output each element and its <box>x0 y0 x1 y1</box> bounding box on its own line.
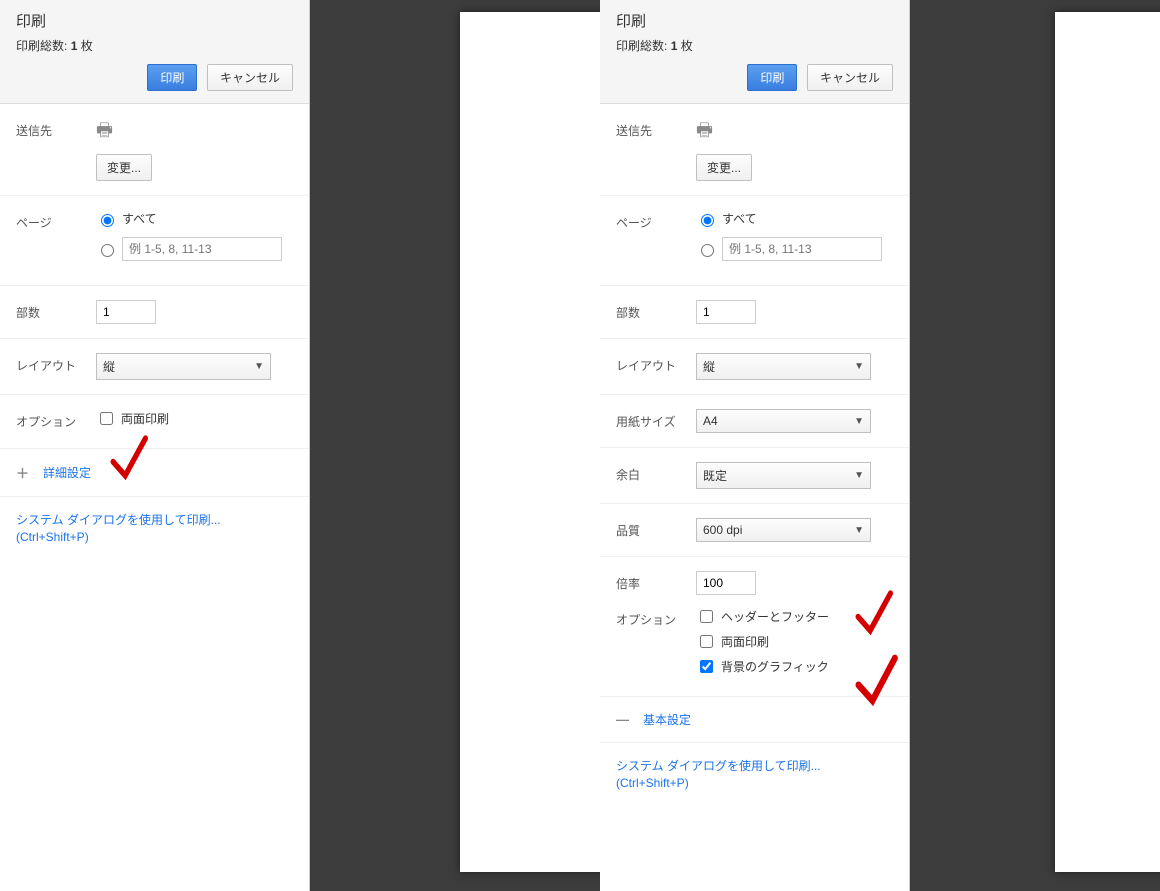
printer-icon: 🖶 <box>96 118 293 148</box>
margins-label: 余白 <box>616 462 696 483</box>
system-dialog-shortcut: (Ctrl+Shift+P) <box>616 776 893 790</box>
chevron-down-icon: ▼ <box>854 470 864 481</box>
pages-custom-radio[interactable] <box>701 244 714 257</box>
copies-label: 部数 <box>16 300 96 321</box>
copies-label: 部数 <box>616 300 696 321</box>
pages-custom-radio[interactable] <box>101 244 114 257</box>
system-dialog-link[interactable]: システム ダイアログを使用して印刷... <box>16 511 293 528</box>
print-title: 印刷 <box>616 10 893 31</box>
paper-size-select[interactable]: A4 ▼ <box>696 409 871 433</box>
change-destination-button[interactable]: 変更... <box>96 154 152 181</box>
system-dialog-shortcut: (Ctrl+Shift+P) <box>16 530 293 544</box>
print-button[interactable]: 印刷 <box>747 64 797 91</box>
chevron-down-icon: ▼ <box>854 525 864 536</box>
print-button[interactable]: 印刷 <box>147 64 197 91</box>
destination-label: 送信先 <box>16 118 96 139</box>
preview-page: 日付 出回 21(火)22(水)23(木)24(金)25(土)26(日)27(月… <box>1055 12 1160 872</box>
cancel-button[interactable]: キャンセル <box>207 64 293 91</box>
destination-label: 送信先 <box>616 118 696 139</box>
change-destination-button[interactable]: 変更... <box>696 154 752 181</box>
plus-icon: ＋ <box>16 463 29 482</box>
scale-input[interactable] <box>696 571 756 595</box>
options-label: オプション <box>16 409 96 430</box>
print-title: 印刷 <box>16 10 293 31</box>
header-footer-checkbox[interactable] <box>700 610 713 623</box>
collapse-basic-toggle[interactable]: — 基本設定 <box>600 696 909 743</box>
pages-all-radio[interactable] <box>701 214 714 227</box>
system-dialog-link[interactable]: システム ダイアログを使用して印刷... <box>616 757 893 774</box>
chevron-down-icon: ▼ <box>854 361 864 372</box>
pages-label: ページ <box>16 210 96 231</box>
layout-select[interactable]: 縦 ▼ <box>696 353 871 380</box>
minus-icon: — <box>616 712 629 727</box>
chevron-down-icon: ▼ <box>254 361 264 372</box>
expand-advanced-toggle[interactable]: ＋ 詳細設定 <box>0 448 309 497</box>
chevron-down-icon: ▼ <box>854 416 864 427</box>
pages-label: ページ <box>616 210 696 231</box>
print-summary: 印刷総数: 1 枚 <box>16 37 293 54</box>
paper-size-label: 用紙サイズ <box>616 409 696 430</box>
options-label: オプション <box>616 607 696 628</box>
printer-icon: 🖶 <box>696 118 893 148</box>
scale-label: 倍率 <box>616 571 696 592</box>
copies-input[interactable] <box>96 300 156 324</box>
preview-page: 日付 出回 21(火)22(水)23(木)24(金)25(土)26(日)27(月… <box>460 12 600 872</box>
layout-label: レイアウト <box>16 353 96 374</box>
print-summary: 印刷総数: 1 枚 <box>616 37 893 54</box>
duplex-checkbox[interactable] <box>100 412 113 425</box>
pages-all-radio[interactable] <box>101 214 114 227</box>
duplex-checkbox[interactable] <box>700 635 713 648</box>
pages-custom-input[interactable] <box>122 237 282 261</box>
quality-label: 品質 <box>616 518 696 539</box>
quality-select[interactable]: 600 dpi ▼ <box>696 518 871 542</box>
margins-select[interactable]: 既定 ▼ <box>696 462 871 489</box>
layout-select[interactable]: 縦 ▼ <box>96 353 271 380</box>
copies-input[interactable] <box>696 300 756 324</box>
cancel-button[interactable]: キャンセル <box>807 64 893 91</box>
layout-label: レイアウト <box>616 353 696 374</box>
background-graphics-checkbox[interactable] <box>700 660 713 673</box>
pages-custom-input[interactable] <box>722 237 882 261</box>
